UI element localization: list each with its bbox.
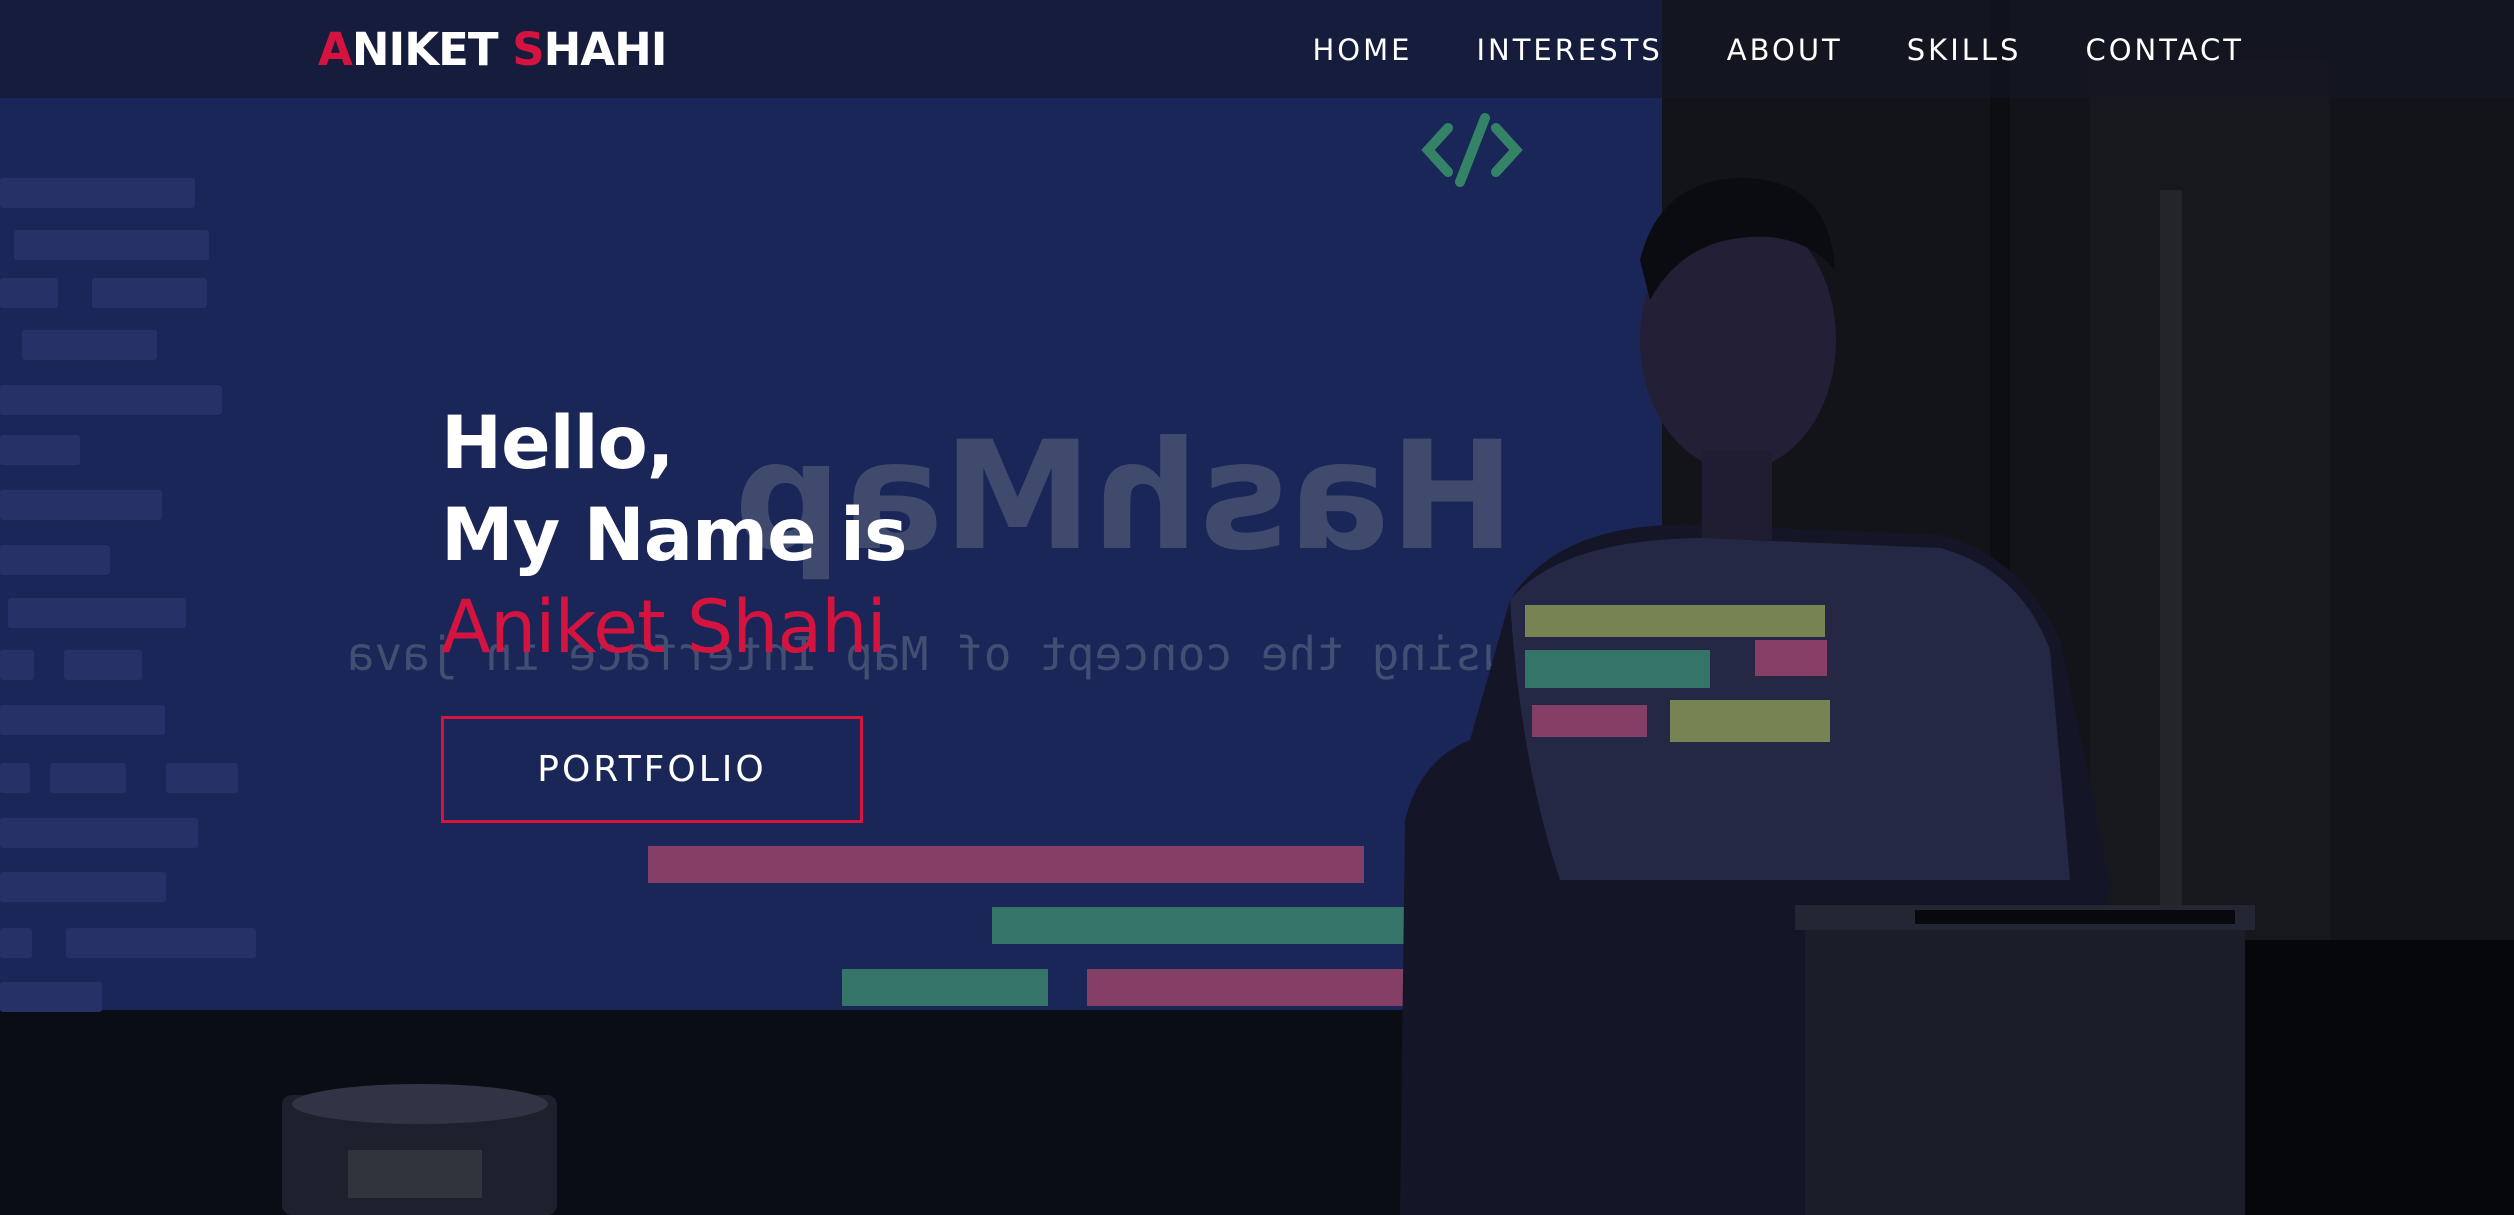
nav-link-skills[interactable]: SKILLS (1907, 30, 2022, 70)
brand-name-last: HAHI (543, 23, 668, 76)
brand-initial-first: A (318, 23, 353, 76)
nav-link-interests[interactable]: INTERESTS (1476, 30, 1662, 70)
hero-name: Aniket Shahi (441, 585, 887, 670)
top-navbar: ANIKET SHAHI HOME INTERESTS ABOUT SKILLS… (0, 0, 2514, 98)
greeting-hello: Hello, (441, 401, 675, 486)
portfolio-button[interactable]: PORTFOLIO (441, 716, 863, 823)
brand-initial-last: S (512, 23, 544, 76)
hero-greeting: Hello, My Name is Aniket Shahi (441, 398, 907, 674)
nav-menu: HOME INTERESTS ABOUT SKILLS CONTACT (1312, 30, 2244, 70)
nav-link-contact[interactable]: CONTACT (2085, 30, 2244, 70)
greeting-my-name-is: My Name is (441, 493, 907, 578)
brand-logo[interactable]: ANIKET SHAHI (318, 22, 668, 78)
nav-link-about[interactable]: ABOUT (1727, 30, 1843, 70)
brand-name-first: NIKET (351, 23, 513, 76)
hero-background-photo: HashMap using the concept of Map Interfa… (0, 0, 2514, 1215)
hero-section: HashMap using the concept of Map Interfa… (0, 0, 2514, 1215)
nav-link-home[interactable]: HOME (1312, 30, 1412, 70)
